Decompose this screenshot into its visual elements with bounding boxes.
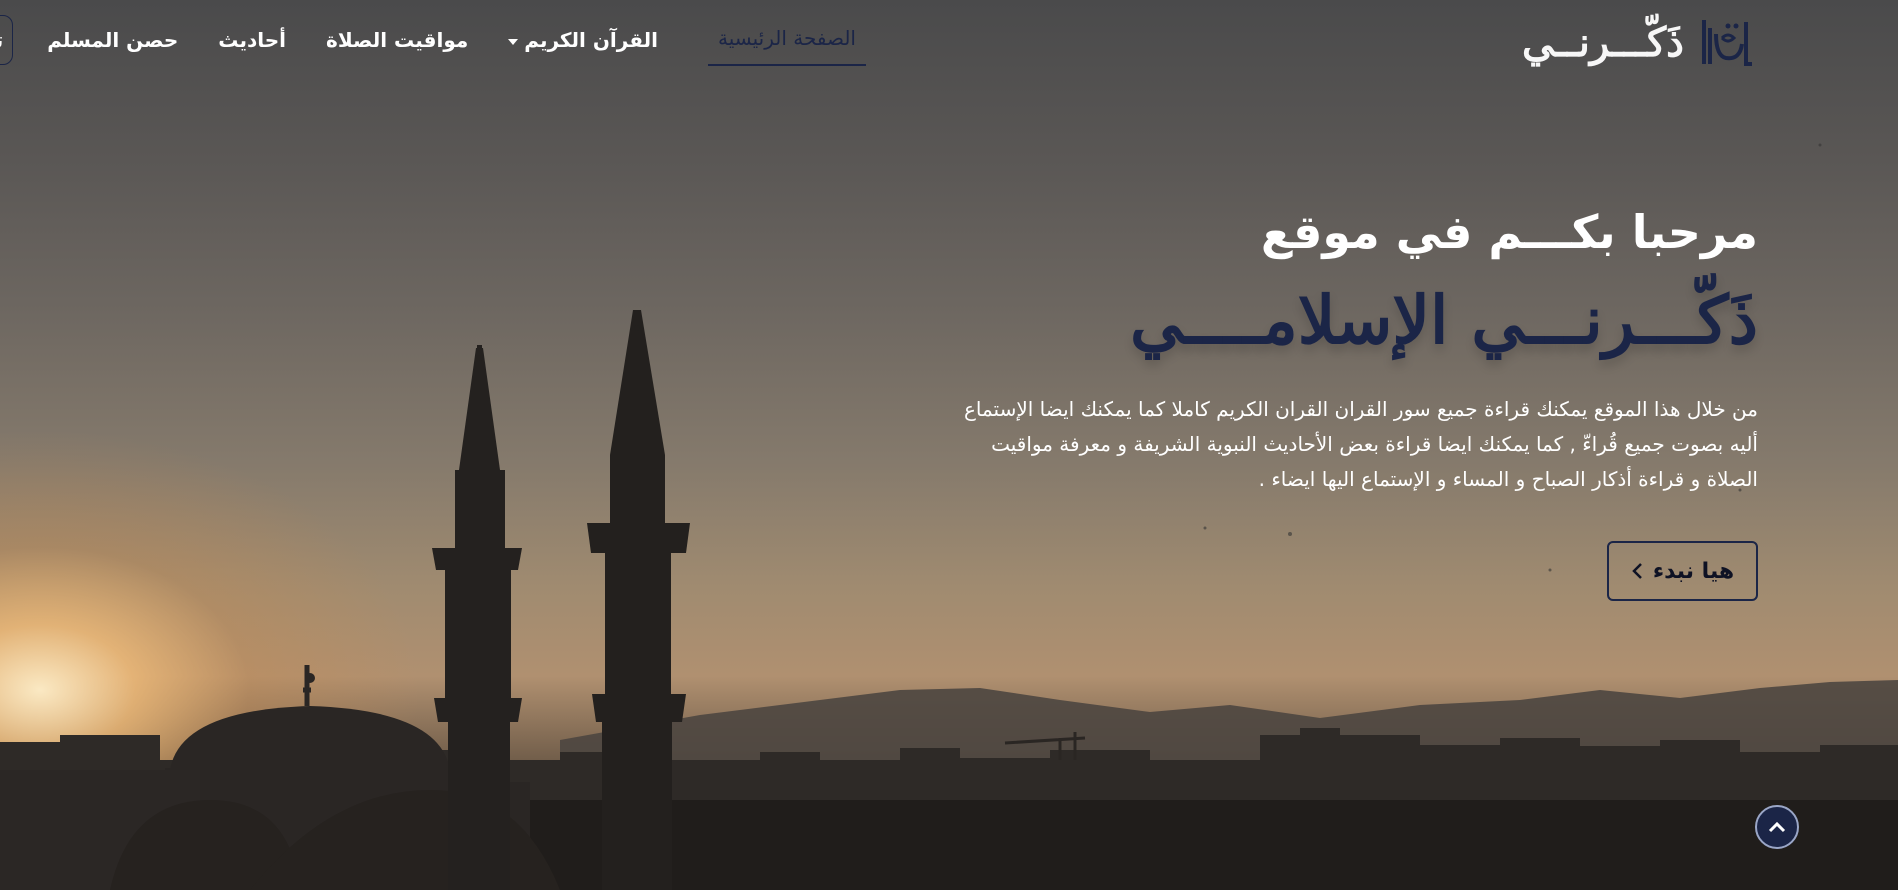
caret-down-icon: [508, 38, 519, 45]
nav-item-quran-dropdown[interactable]: القرآن الكريم: [488, 20, 678, 60]
nav-item-home[interactable]: الصفحة الرئيسية: [708, 14, 866, 66]
nav-item-quran-label: القرآن الكريم: [524, 28, 658, 52]
navbar: ذَكّـــرنــي الصفحة الرئيسية القرآن الكر…: [0, 0, 1898, 84]
scroll-to-top-button[interactable]: [1755, 805, 1799, 849]
brand-logo[interactable]: ذَكّـــرنــي: [1522, 14, 1758, 70]
start-button-label: هيا نبدء: [1652, 558, 1735, 584]
calligraphy-logo-icon: [1702, 20, 1752, 66]
contact-button[interactable]: تواصل معنا: [0, 15, 14, 65]
chevron-left-icon: [1632, 563, 1642, 579]
hero-section: ذَكّـــرنــي الصفحة الرئيسية القرآن الكر…: [0, 0, 1898, 890]
hero-description: من خلال هذا الموقع يمكنك قراءة جميع سور …: [963, 397, 1758, 491]
nav-item-prayer-times[interactable]: مواقيت الصلاة: [306, 20, 488, 60]
hero-welcome-heading: مرحبا بكـــم في موقع: [1260, 205, 1758, 259]
start-button[interactable]: هيا نبدء: [1607, 541, 1758, 601]
nav-item-hadith[interactable]: أحاديث: [198, 20, 306, 60]
chevron-up-icon: [1768, 821, 1786, 833]
nav-menu: الصفحة الرئيسية القرآن الكريم مواقيت الص…: [0, 14, 866, 66]
hero-site-name: ذَكّـــرنـــي الإسلامــــي: [1130, 281, 1758, 359]
hero-content: مرحبا بكـــم في موقع ذَكّـــرنـــي الإسل…: [898, 200, 1758, 497]
nav-item-hisn[interactable]: حصن المسلم: [27, 20, 198, 60]
brand-name: ذَكّـــرنــي: [1522, 18, 1684, 66]
